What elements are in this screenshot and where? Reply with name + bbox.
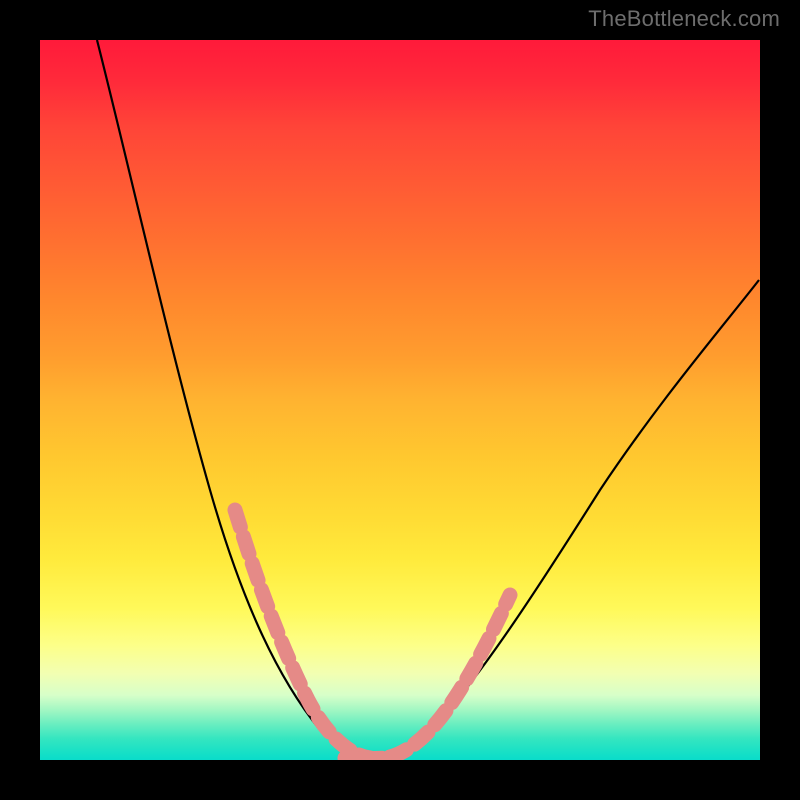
chart-frame: TheBottleneck.com xyxy=(0,0,800,800)
watermark-text: TheBottleneck.com xyxy=(588,6,780,32)
highlight-right-segment xyxy=(390,595,510,757)
plot-area xyxy=(40,40,760,760)
highlight-left-segment xyxy=(235,510,370,758)
curve-svg xyxy=(40,40,760,760)
bottleneck-curve xyxy=(97,40,759,759)
